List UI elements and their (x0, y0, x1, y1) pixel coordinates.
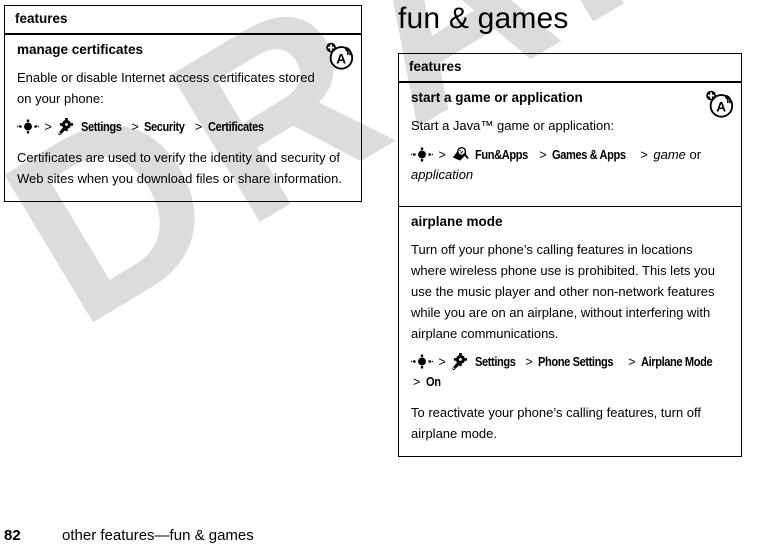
left-table-header: features (5, 6, 361, 35)
path-separator: > (438, 147, 446, 162)
feature-paragraph: Start a Java™ game or application: (411, 117, 615, 133)
svg-text:A: A (716, 99, 726, 114)
path-item-settings: Settings (474, 355, 516, 370)
navigation-path: > Fun&Apps > Games & Apps > game or appl… (411, 145, 729, 186)
settings-gear-icon (451, 353, 469, 371)
settings-gear-icon (57, 117, 75, 135)
fun-and-apps-icon (451, 146, 469, 162)
navigation-key-icon (411, 354, 433, 369)
path-separator-3: > (628, 355, 636, 370)
feature-title: airplane mode (411, 213, 503, 229)
manual-page: fun & games features A manage certificat… (0, 0, 759, 550)
feature-paragraph: Turn off your phone’s calling features i… (411, 241, 715, 342)
path-item-application-variable: application (411, 167, 474, 183)
path-separator-2: > (539, 147, 547, 162)
path-item-security: Security (144, 119, 185, 134)
feature-row: airplane mode Turn off your phone’s call… (399, 205, 741, 457)
path-separator: > (438, 355, 446, 370)
path-separator: > (44, 119, 52, 134)
feature-title: manage certificates (17, 41, 144, 57)
path-item-airplane-mode: Airplane Mode (641, 355, 713, 370)
path-separator-3: > (194, 119, 203, 134)
left-features-table: features A manage certificates Enable or… (4, 5, 362, 203)
navigation-key-icon (17, 119, 39, 134)
path-separator-3: > (640, 147, 648, 162)
navigation-path: > (411, 353, 729, 392)
page-title: fun & games (398, 2, 569, 35)
feature-paragraph: Enable or disable Internet access certif… (17, 69, 315, 106)
path-item-phone-settings: Phone Settings (538, 355, 614, 370)
feature-row: A start a game or application Start a Ja… (399, 83, 741, 206)
feature-title: start a game or application (411, 89, 583, 105)
right-table-header: features (399, 54, 741, 83)
path-item-on: On (425, 374, 441, 389)
right-features-table: features A start a game or application S… (398, 53, 742, 458)
path-separator-4: > (413, 374, 421, 389)
path-conjunction: or (685, 146, 702, 162)
path-item-settings: Settings (80, 119, 122, 134)
page-footer: 82 other features—fun & games (4, 527, 254, 544)
svg-text:A: A (336, 51, 346, 66)
path-item-games-and-apps: Games & Apps (552, 147, 626, 162)
navigation-path: > (17, 117, 349, 138)
browser-alert-icon: A (705, 89, 735, 119)
feature-paragraph-2: To reactivate your phone’s calling featu… (411, 405, 702, 442)
navigation-key-icon (411, 147, 433, 162)
feature-row: A manage certificates Enable or disable … (5, 35, 361, 202)
path-item-certificates: Certificates (207, 119, 264, 134)
path-separator-2: > (131, 119, 139, 134)
page-number: 82 (4, 527, 21, 544)
feature-paragraph-2: Certificates are used to verify the iden… (17, 150, 342, 187)
browser-alert-icon: A (325, 41, 355, 71)
footer-breadcrumb: other features—fun & games (62, 527, 254, 544)
path-separator-2: > (525, 355, 533, 370)
path-item-fun-and-apps: Fun&Apps (474, 147, 528, 162)
path-item-game-variable: game (653, 146, 686, 162)
